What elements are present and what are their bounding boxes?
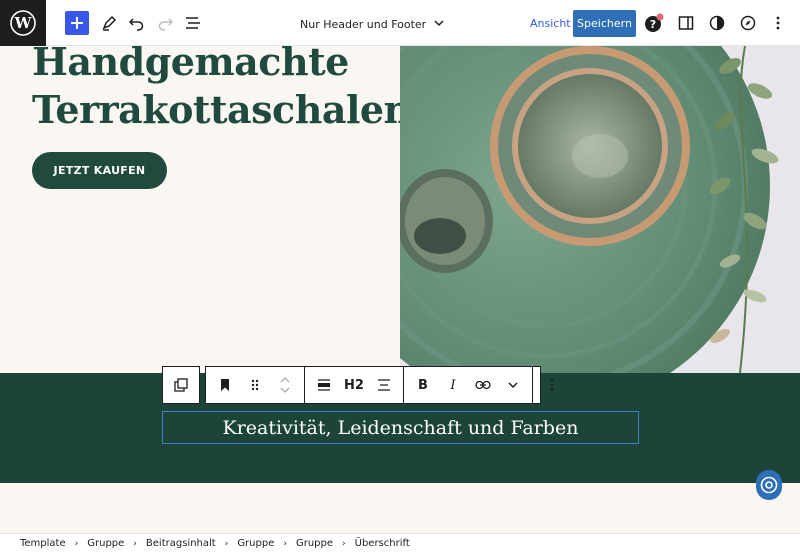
move-up-down-icon[interactable] [272, 371, 298, 399]
accessibility-help-icon[interactable] [756, 470, 782, 500]
breadcrumb-item[interactable]: Beitragsinhalt [146, 538, 216, 549]
settings-sidebar-icon[interactable] [674, 11, 698, 35]
bookmark-icon[interactable] [212, 371, 238, 399]
chevron-right-icon: › [74, 538, 79, 549]
navigation-compass-icon[interactable] [736, 11, 760, 35]
editor-top-toolbar: W Nur Header und Footer Ansicht Speicher… [0, 0, 800, 46]
breadcrumb-item[interactable]: Template [20, 538, 66, 549]
italic-button[interactable]: I [440, 371, 466, 399]
link-icon[interactable] [470, 371, 496, 399]
text-align-center-icon[interactable] [371, 371, 397, 399]
document-overview-icon[interactable] [181, 11, 205, 35]
block-breadcrumb: Template › Gruppe › Beitragsinhalt › Gru… [0, 533, 800, 553]
breadcrumb-item[interactable]: Gruppe [87, 538, 124, 549]
shop-now-button[interactable]: JETZT KAUFEN [32, 152, 167, 189]
styles-icon[interactable] [705, 11, 729, 35]
more-formatting-chevron-icon[interactable] [500, 371, 526, 399]
block-parent-toolbar [162, 366, 200, 404]
redo-icon[interactable] [153, 11, 177, 35]
edit-tools-icon[interactable] [97, 11, 121, 35]
more-options-icon[interactable] [766, 11, 790, 35]
save-button[interactable]: Speichern [573, 10, 636, 37]
hero-text-column: Handgemachte Terrakottaschalen JETZT KAU… [0, 46, 411, 373]
block-toolbar: H2 B I [205, 366, 554, 404]
wordpress-logo-icon[interactable]: W [0, 0, 46, 46]
undo-icon[interactable] [125, 11, 149, 35]
add-block-button[interactable] [65, 11, 89, 35]
svg-text:W: W [14, 14, 33, 32]
svg-text:?: ? [650, 18, 656, 31]
chevron-right-icon: › [283, 538, 287, 549]
document-title: Nur Header und Footer [300, 17, 427, 31]
block-options-icon[interactable] [539, 371, 565, 399]
bold-button[interactable]: B [410, 371, 436, 399]
breadcrumb-item[interactable]: Gruppe [296, 538, 333, 549]
breadcrumb-item[interactable]: Gruppe [237, 538, 274, 549]
chevron-right-icon: › [224, 538, 229, 549]
hero-heading-line-2: Terrakottaschalen [32, 87, 411, 132]
chevron-down-icon [434, 18, 444, 31]
heading-level-button[interactable]: H2 [341, 371, 367, 399]
chevron-right-icon: › [133, 538, 137, 549]
help-icon[interactable]: ? [642, 11, 666, 35]
chevron-right-icon: › [342, 538, 346, 549]
selected-heading-block[interactable]: Kreativität, Leidenschaft und Farben [162, 411, 639, 444]
align-full-width-icon[interactable] [311, 371, 337, 399]
hero-heading-line-1: Handgemachte [32, 46, 349, 84]
breadcrumb-current: Überschrift [354, 538, 410, 549]
view-link[interactable]: Ansicht [530, 17, 571, 30]
drag-handle-icon[interactable] [242, 371, 268, 399]
document-title-selector[interactable]: Nur Header und Footer [300, 14, 444, 34]
select-parent-block-icon[interactable] [168, 371, 194, 399]
hero-heading[interactable]: Handgemachte Terrakottaschalen [32, 46, 411, 134]
pottery-image[interactable] [400, 46, 800, 373]
editor-canvas[interactable]: Handgemachte Terrakottaschalen JETZT KAU… [0, 46, 800, 533]
